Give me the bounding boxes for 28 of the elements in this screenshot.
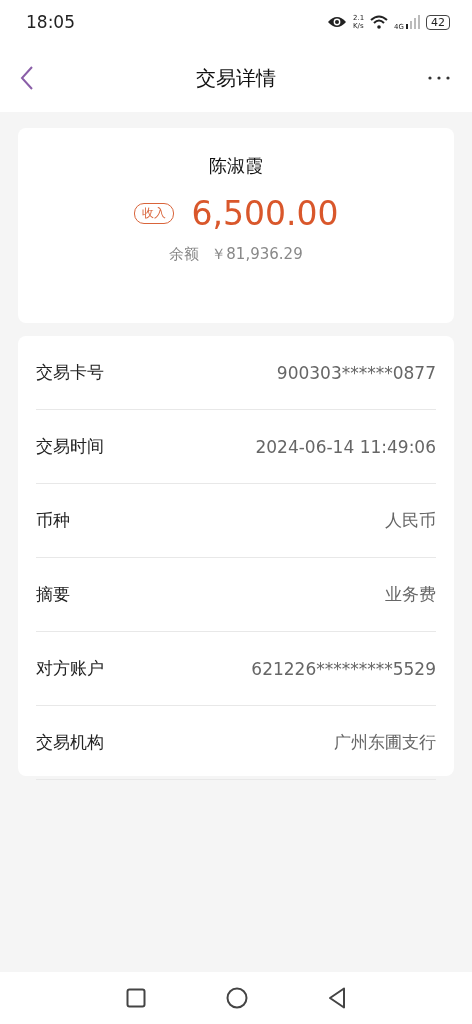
page-title: 交易详情 — [196, 64, 276, 92]
detail-value: 人民币 — [385, 509, 436, 532]
detail-label: 摘要 — [36, 583, 70, 606]
back-icon[interactable] — [20, 66, 34, 90]
detail-label: 对方账户 — [36, 657, 104, 680]
battery-indicator: 42 — [426, 14, 450, 30]
detail-value: 业务费 — [385, 583, 436, 606]
signal-icon — [406, 15, 420, 29]
wifi-icon — [370, 15, 389, 29]
detail-value: 2024-06-14 11:49:06 — [255, 436, 436, 457]
home-icon[interactable] — [226, 987, 248, 1009]
back-triangle-icon[interactable] — [328, 987, 346, 1009]
detail-value: 广州东圃支行 — [334, 731, 436, 754]
status-time: 18:05 — [26, 12, 75, 32]
detail-label: 交易机构 — [36, 731, 104, 754]
detail-label: 交易时间 — [36, 435, 104, 458]
detail-label: 币种 — [36, 509, 70, 532]
more-icon[interactable] — [428, 76, 450, 80]
detail-value: 621226*********5529 — [251, 658, 436, 679]
income-tag: 收入 — [133, 203, 174, 224]
recents-icon[interactable] — [126, 988, 146, 1008]
detail-label: 交易卡号 — [36, 361, 104, 384]
eye-icon — [326, 15, 347, 29]
balance-label: 余额 — [169, 245, 200, 264]
payer-name: 陈淑霞 — [209, 154, 263, 178]
balance-value: ￥81,936.29 — [211, 245, 303, 264]
amount: 6,500.00 — [191, 194, 339, 233]
detail-value: 900303******0877 — [276, 362, 436, 383]
